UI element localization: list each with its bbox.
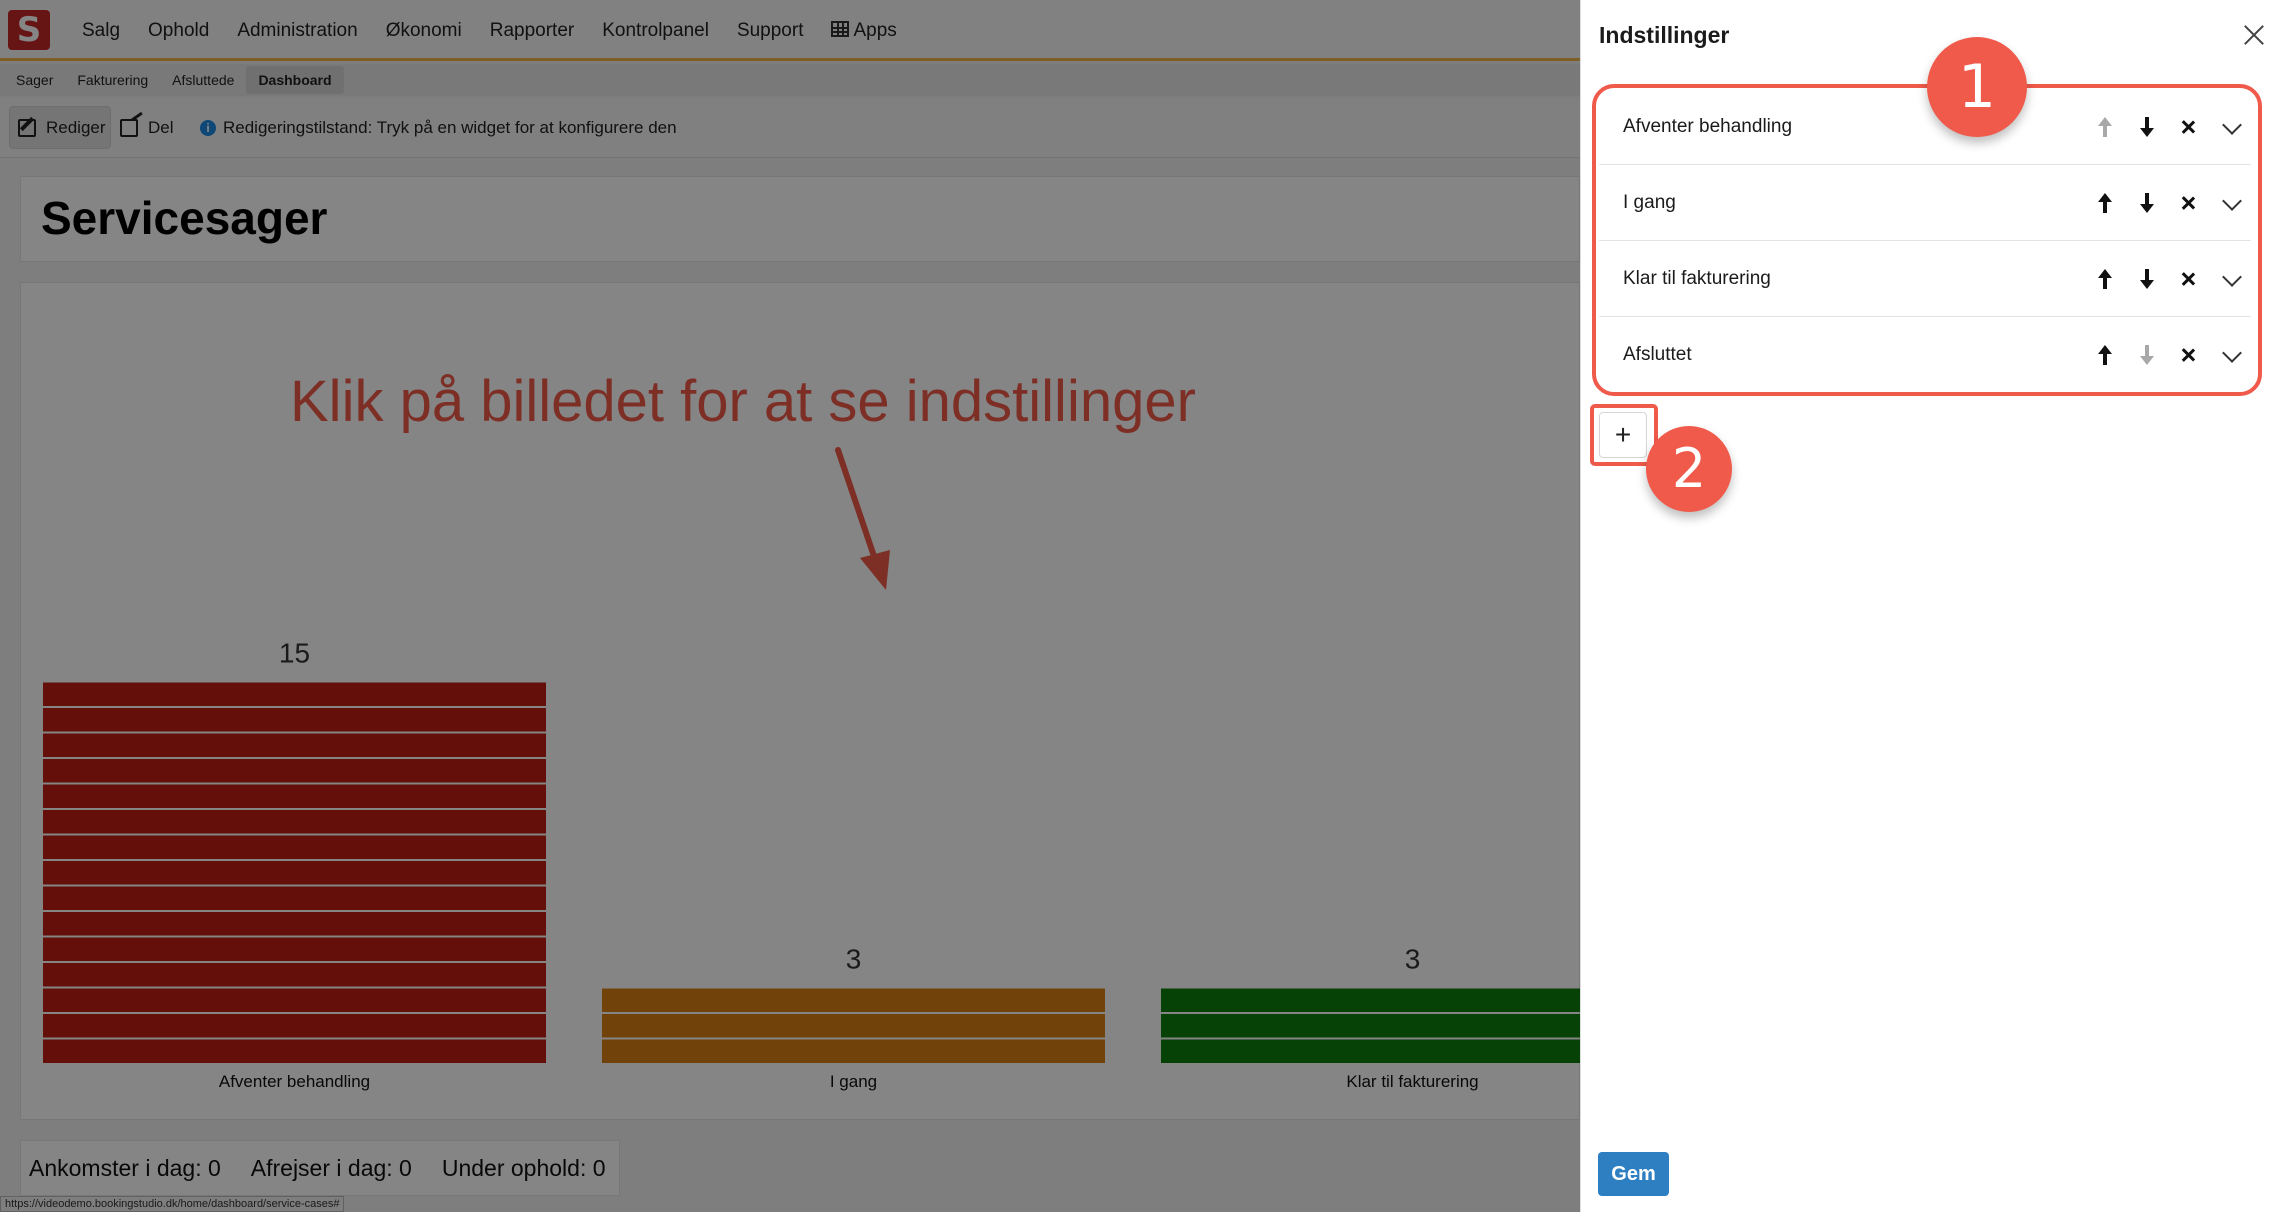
- save-button[interactable]: Gem: [1598, 1152, 1669, 1196]
- panel-title: Indstillinger: [1599, 22, 1730, 48]
- list-highlight-frame: [1592, 84, 2262, 396]
- modal-backdrop[interactable]: [0, 0, 1580, 1212]
- callout-badge-2: 2: [1646, 426, 1732, 512]
- close-icon[interactable]: [2241, 22, 2267, 48]
- callout-badge-1: 1: [1927, 37, 2027, 137]
